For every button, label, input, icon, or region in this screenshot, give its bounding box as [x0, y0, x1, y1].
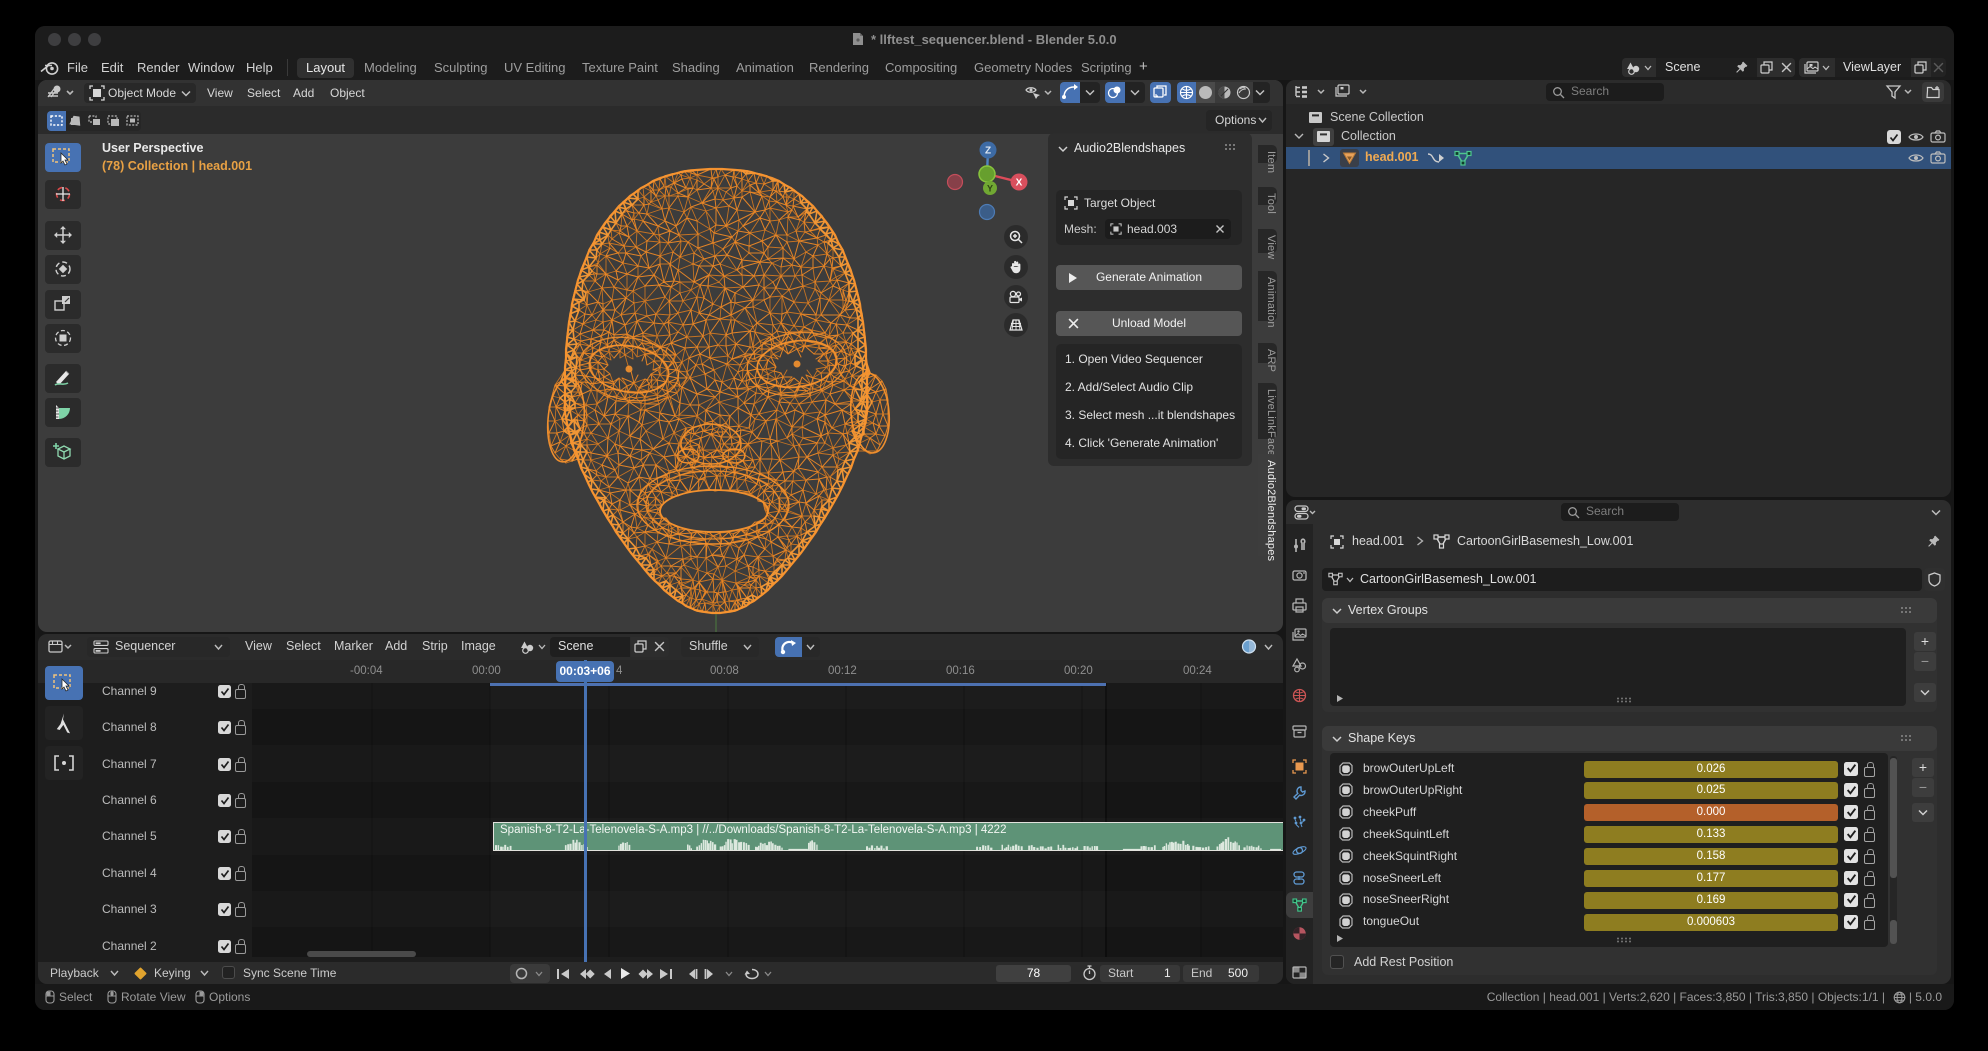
svg-text:X: X — [1016, 178, 1023, 189]
svg-text:Y: Y — [987, 184, 993, 194]
svg-text:Z: Z — [985, 146, 991, 157]
